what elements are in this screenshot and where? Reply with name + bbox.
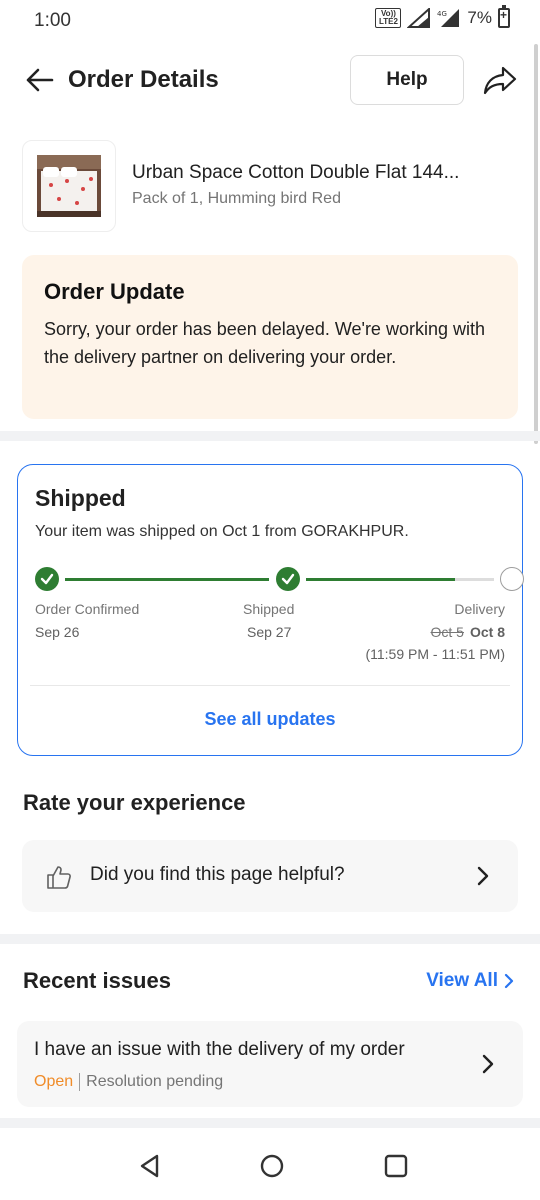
- status-bar: 1:00 Vo)) LTE2 4G 7%: [0, 0, 540, 40]
- system-navigation-bar: [0, 1130, 540, 1200]
- bedsheet-image: [37, 155, 101, 217]
- order-update-message: Sorry, your order has been delayed. We'r…: [44, 319, 485, 367]
- help-button[interactable]: Help: [350, 55, 464, 105]
- share-icon[interactable]: [482, 64, 518, 96]
- section-divider: [0, 1118, 540, 1128]
- shipment-status-card: Shipped Your item was shipped on Oct 1 f…: [17, 464, 524, 756]
- feedback-prompt[interactable]: Did you find this page helpful?: [22, 840, 518, 912]
- status-separator: [79, 1073, 81, 1091]
- nav-home-icon[interactable]: [258, 1152, 286, 1180]
- recent-issues-title: Recent issues: [23, 968, 171, 993]
- product-summary[interactable]: Urban Space Cotton Double Flat 144... Pa…: [22, 138, 512, 234]
- view-all-label[interactable]: View All: [426, 970, 498, 992]
- card-divider: [30, 685, 510, 686]
- issue-status: Open Resolution pending: [34, 1073, 223, 1091]
- chevron-right-icon: [504, 973, 514, 989]
- stage-label-delivery: Delivery: [454, 601, 505, 617]
- issue-description: I have an issue with the delivery of my …: [34, 1039, 405, 1060]
- back-arrow-icon[interactable]: [22, 62, 58, 98]
- app-header: Order Details Help: [0, 52, 540, 108]
- order-update-title: Order Update: [44, 279, 185, 304]
- shipment-title: Shipped: [35, 485, 126, 511]
- tracking-progress: [35, 567, 524, 593]
- stage-label-order-confirmed: Order Confirmed: [35, 601, 140, 617]
- stage-pending-icon: [500, 567, 524, 591]
- signal-4g-icon: 4G: [437, 9, 460, 27]
- check-icon: [281, 573, 295, 585]
- see-all-updates-link[interactable]: See all updates: [18, 709, 522, 730]
- rate-section-title: Rate your experience: [23, 790, 246, 815]
- nav-recents-icon[interactable]: [382, 1152, 410, 1180]
- product-name[interactable]: Urban Space Cotton Double Flat 144...: [132, 162, 459, 184]
- stage-complete-icon: [35, 567, 59, 591]
- issue-status-open: Open: [34, 1073, 74, 1091]
- shipment-subtitle: Your item was shipped on Oct 1 from GORA…: [35, 523, 409, 540]
- section-divider: [0, 934, 540, 944]
- check-icon: [40, 573, 54, 585]
- stage-date-order-confirmed: Sep 26: [35, 624, 80, 640]
- stage-date-delivery: Oct 5 Oct 8: [431, 624, 505, 640]
- battery-icon: [498, 5, 510, 28]
- progress-line-complete: [65, 578, 269, 581]
- chevron-right-icon: [477, 866, 489, 886]
- network-label: 4G: [437, 10, 447, 18]
- section-divider: [0, 431, 540, 441]
- nav-back-icon[interactable]: [136, 1152, 164, 1180]
- volte-icon: Vo)) LTE2: [375, 8, 402, 28]
- new-delivery-date: Oct 8: [469, 624, 505, 640]
- issue-resolution: Resolution pending: [86, 1073, 224, 1091]
- delivery-time-window: (11:59 PM - 11:51 PM): [365, 646, 505, 662]
- status-icons: Vo)) LTE2 4G 7%: [375, 5, 510, 28]
- stage-label-shipped: Shipped: [243, 601, 295, 617]
- chevron-right-icon: [482, 1054, 494, 1074]
- signal-icon: [407, 8, 431, 28]
- view-all-issues-link[interactable]: View All: [426, 970, 514, 992]
- volte-text-2: LTE2: [378, 17, 398, 26]
- issue-item[interactable]: I have an issue with the delivery of my …: [17, 1021, 523, 1107]
- page-title: Order Details: [68, 66, 219, 93]
- product-thumbnail[interactable]: [22, 140, 116, 232]
- stage-date-shipped: Sep 27: [247, 624, 292, 640]
- progress-line-partial: [306, 578, 455, 581]
- old-delivery-date: Oct 5: [430, 624, 464, 640]
- status-time: 1:00: [34, 10, 71, 31]
- feedback-question: Did you find this page helpful?: [90, 864, 345, 885]
- stage-complete-icon: [276, 567, 300, 591]
- product-variant: Pack of 1, Humming bird Red: [132, 190, 341, 207]
- order-update-banner: Order Update Sorry, your order has been …: [22, 255, 518, 419]
- battery-percent: 7%: [467, 8, 492, 27]
- thumbs-up-icon: [47, 866, 71, 889]
